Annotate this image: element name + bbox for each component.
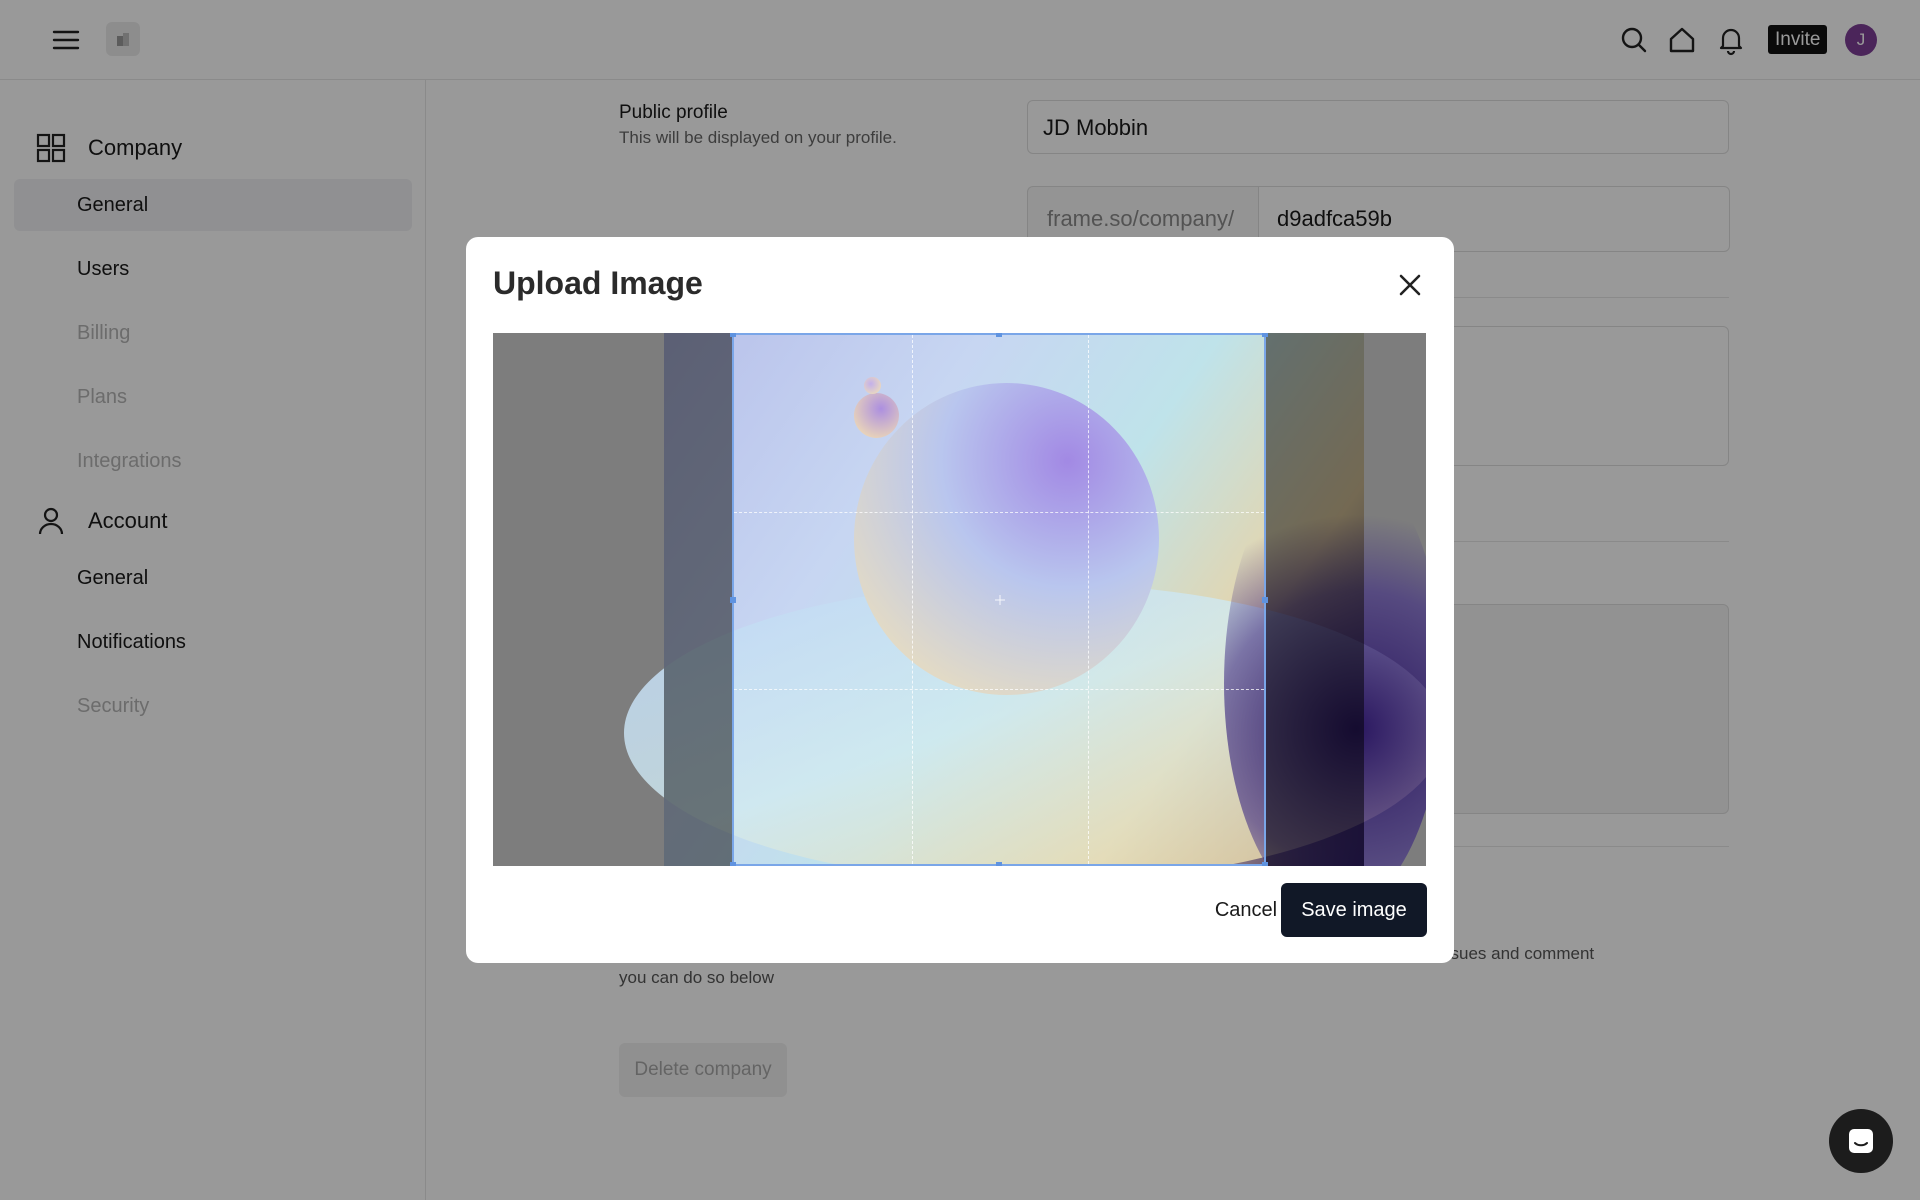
crop-handle-bottom[interactable] [996, 862, 1002, 866]
image-cropper[interactable] [493, 333, 1426, 866]
crop-shade-left [664, 333, 732, 866]
close-icon[interactable] [1394, 269, 1426, 301]
crop-handle-bottom-right[interactable] [1262, 862, 1268, 866]
crop-handle-bottom-left[interactable] [730, 862, 736, 866]
crosshair-icon [995, 595, 1005, 605]
crop-handle-left[interactable] [730, 597, 736, 603]
save-image-button[interactable]: Save image [1281, 883, 1427, 937]
crop-shade-right [1266, 333, 1364, 866]
chat-launcher-button[interactable] [1829, 1109, 1893, 1173]
crop-handle-top[interactable] [996, 333, 1002, 337]
chat-icon [1849, 1129, 1873, 1153]
crop-handle-top-left[interactable] [730, 333, 736, 337]
crop-handle-right[interactable] [1262, 597, 1268, 603]
upload-image-modal: Upload Image Cancel Save image [466, 237, 1454, 963]
crop-handle-top-right[interactable] [1262, 333, 1268, 337]
crop-selection[interactable] [730, 333, 1268, 866]
modal-title: Upload Image [493, 265, 703, 301]
